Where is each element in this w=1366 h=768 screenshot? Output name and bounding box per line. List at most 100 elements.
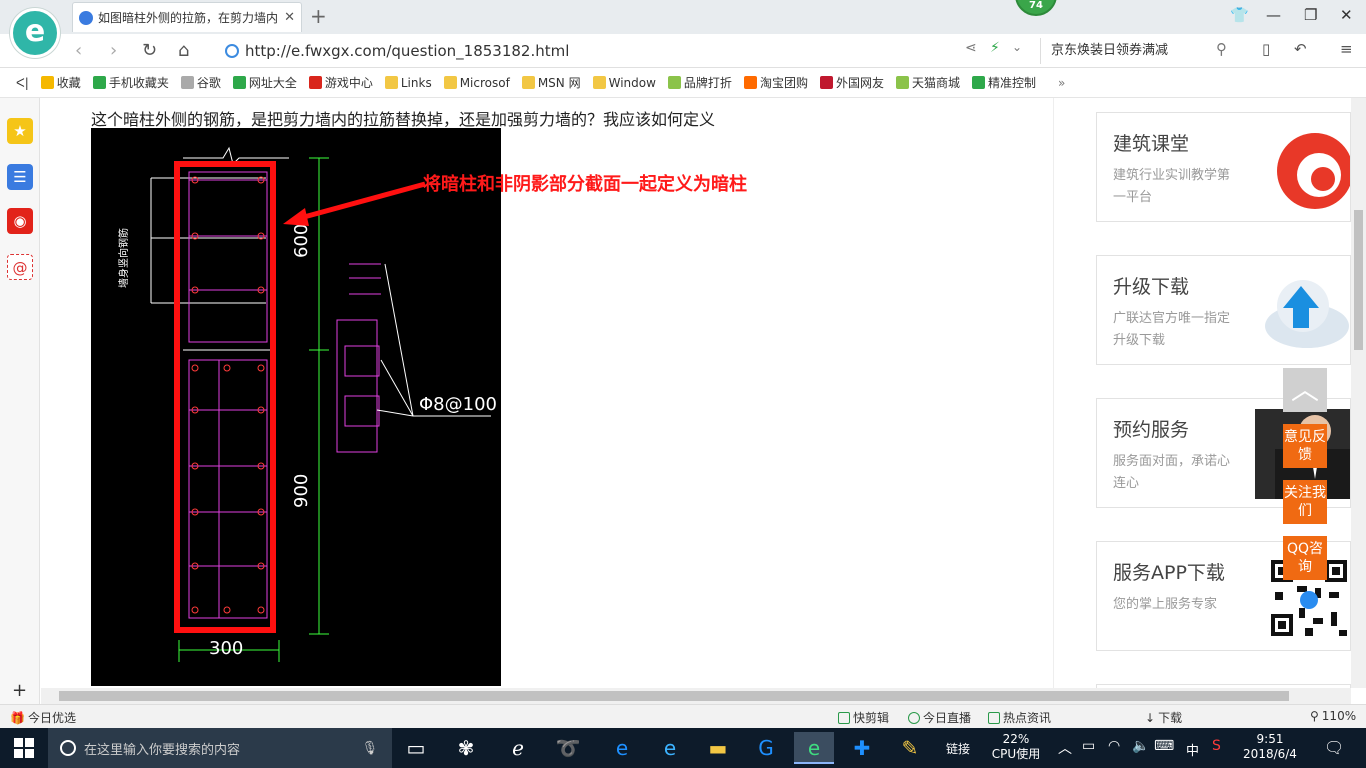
tab-title: 如图暗柱外侧的拉筋，在剪力墙内: [98, 11, 279, 25]
forward-icon[interactable]: ›: [110, 40, 117, 61]
app-swirl-icon[interactable]: ➰: [548, 732, 588, 764]
favorites-star-icon[interactable]: ★: [7, 118, 33, 144]
folder-icon: [443, 76, 457, 89]
bookmarks-bar: ᐸ| 收藏 手机收藏夹 谷歌 网址大全 游戏中心 Links Microsof …: [0, 68, 1366, 98]
page-content: 这个暗柱外侧的钢筋，是把剪力墙内的拉筋替换掉，还是加强剪力墙的？我应该如何定义 …: [41, 98, 1351, 688]
bookmark-item[interactable]: 品牌打折: [662, 74, 738, 91]
minimize-icon[interactable]: —: [1266, 6, 1281, 24]
qq-consult-button[interactable]: QQ咨询: [1283, 536, 1327, 580]
battery-icon[interactable]: ▭: [1082, 738, 1095, 754]
maximize-icon[interactable]: ❐: [1304, 6, 1317, 24]
glodon-icon[interactable]: G: [746, 732, 786, 764]
ime-indicator[interactable]: 中: [1186, 740, 1199, 759]
notification-icon[interactable]: 🗨: [1324, 738, 1344, 757]
bookmark-item[interactable]: 游戏中心: [303, 74, 379, 91]
folder-icon: [521, 76, 535, 89]
app-plus-icon[interactable]: ✚: [842, 732, 882, 764]
mic-icon[interactable]: 🎙: [361, 741, 378, 756]
secure-shield-icon: [225, 44, 239, 58]
phone-icon[interactable]: ▯: [1262, 40, 1270, 58]
folder-icon: [592, 76, 606, 89]
bookmark-item[interactable]: 谷歌: [175, 74, 227, 91]
browser-taskbar-icon[interactable]: e: [794, 732, 834, 764]
feedback-button[interactable]: 意见反馈: [1283, 424, 1327, 468]
scroll-thumb[interactable]: [1354, 210, 1363, 350]
tab-bar: 如图暗柱外侧的拉筋，在剪力墙内 ✕ + 74 👕 — ❐ ✕: [0, 0, 1366, 34]
status-item[interactable]: 快剪辑: [838, 709, 889, 726]
home-icon[interactable]: ⌂: [178, 40, 189, 61]
new-tab-button[interactable]: +: [310, 4, 327, 28]
add-icon[interactable]: +: [12, 680, 27, 701]
chevron-down-icon[interactable]: ⌄: [1012, 40, 1022, 54]
wifi-icon[interactable]: ◠: [1108, 738, 1120, 754]
card-desc: 服务面对面，承诺心连心: [1113, 454, 1231, 491]
bookmark-item[interactable]: 淘宝团购: [738, 74, 814, 91]
undo-icon[interactable]: ↶: [1294, 40, 1307, 58]
bookmark-item[interactable]: 网址大全: [227, 74, 303, 91]
edge-icon[interactable]: e: [602, 732, 642, 764]
refresh-icon[interactable]: ↻: [142, 40, 157, 61]
notepad-icon[interactable]: ✎: [890, 732, 930, 764]
sogou-ime-icon[interactable]: S: [1212, 738, 1221, 754]
bookmark-item[interactable]: 天猫商城: [890, 74, 966, 91]
wechat-icon: [971, 76, 985, 89]
bookmark-item[interactable]: Microsof: [438, 76, 516, 90]
bookmark-item[interactable]: 精准控制: [966, 74, 1042, 91]
tab-close-icon[interactable]: ✕: [284, 10, 295, 25]
score-badge[interactable]: 74: [1015, 0, 1057, 16]
daily-picks-link[interactable]: 🎁 今日优选: [10, 709, 76, 726]
card-title: 服务APP下载: [1113, 562, 1225, 584]
lightning-icon[interactable]: ⚡: [990, 40, 1000, 56]
clock[interactable]: 9:51 2018/6/4: [1240, 732, 1300, 762]
url-field[interactable]: http://e.fwxgx.com/question_1853182.html: [225, 38, 1040, 64]
follow-button[interactable]: 关注我们: [1283, 480, 1327, 524]
left-sidebar: ★ ☰ ◉ @ +: [0, 98, 40, 704]
browser-logo-icon[interactable]: e: [10, 8, 60, 58]
volume-icon[interactable]: 🔈: [1132, 738, 1149, 754]
search-icon[interactable]: ⚲: [1216, 40, 1227, 58]
question-text: 这个暗柱外侧的钢筋，是把剪力墙内的拉筋替换掉，还是加强剪力墙的？我应该如何定义: [91, 110, 716, 129]
more-bookmarks-icon[interactable]: »: [1052, 76, 1071, 90]
back-icon[interactable]: ‹: [75, 40, 82, 61]
bookmark-item[interactable]: MSN 网: [516, 74, 587, 91]
status-item[interactable]: ↓ 下载: [1145, 709, 1182, 726]
close-icon[interactable]: ✕: [1340, 6, 1353, 24]
search-input[interactable]: 京东焕装日领券满减: [1040, 38, 1240, 64]
scroll-thumb[interactable]: [59, 691, 1289, 701]
weibo-icon[interactable]: ◉: [7, 208, 33, 234]
reader-icon[interactable]: ☰: [7, 164, 33, 190]
shirt-icon[interactable]: 👕: [1230, 6, 1249, 24]
sidebar-toggle-icon[interactable]: ᐸ|: [10, 76, 35, 90]
keyboard-icon[interactable]: ⌨: [1154, 738, 1174, 754]
mail-icon[interactable]: @: [7, 254, 33, 280]
card-download[interactable]: 升级下载 广联达官方唯一指定升级下载: [1096, 255, 1351, 365]
links-toolbar[interactable]: 链接: [946, 740, 970, 757]
vertical-scrollbar[interactable]: [1351, 98, 1366, 688]
task-view-icon[interactable]: ▭: [396, 732, 436, 764]
ie-blue-icon[interactable]: e: [650, 732, 690, 764]
bookmark-item[interactable]: 手机收藏夹: [87, 74, 175, 91]
bookmark-item[interactable]: Links: [379, 76, 438, 90]
bookmark-item[interactable]: Window: [587, 76, 662, 90]
bookmark-item[interactable]: 外国网友: [814, 74, 890, 91]
card-course[interactable]: 建筑课堂 建筑行业实训教学第一平台: [1096, 112, 1351, 222]
app-fan-icon[interactable]: ✾: [446, 732, 486, 764]
share-icon[interactable]: ⋖: [965, 40, 977, 56]
status-item[interactable]: 今日直播: [908, 709, 971, 726]
search-icon: ⚲: [1310, 709, 1319, 723]
tab-active[interactable]: 如图暗柱外侧的拉筋，在剪力墙内 ✕: [72, 2, 302, 32]
explorer-folder-icon[interactable]: ▬: [698, 732, 738, 764]
horizontal-scrollbar[interactable]: [41, 688, 1351, 704]
taskbar-search[interactable]: 在这里输入你要搜索的内容 🎙: [48, 728, 392, 768]
back-to-top-icon[interactable]: ︿: [1283, 368, 1327, 412]
windows-start-icon[interactable]: [14, 738, 34, 758]
bookmark-item[interactable]: 收藏: [35, 74, 87, 91]
swirl-logo-icon: [1277, 133, 1350, 209]
tray-chevron-up-icon[interactable]: ︿: [1058, 738, 1072, 758]
status-item[interactable]: 热点资讯: [988, 709, 1051, 726]
status-bar: 🎁 今日优选 快剪辑 今日直播 热点资讯 ↓ 下载 ⚲ 110%: [0, 704, 1366, 728]
zoom-level[interactable]: ⚲ 110%: [1310, 709, 1356, 723]
ie-icon[interactable]: ℯ: [498, 732, 538, 764]
card-title: 建筑课堂: [1113, 133, 1190, 155]
menu-icon[interactable]: ≡: [1340, 40, 1353, 58]
